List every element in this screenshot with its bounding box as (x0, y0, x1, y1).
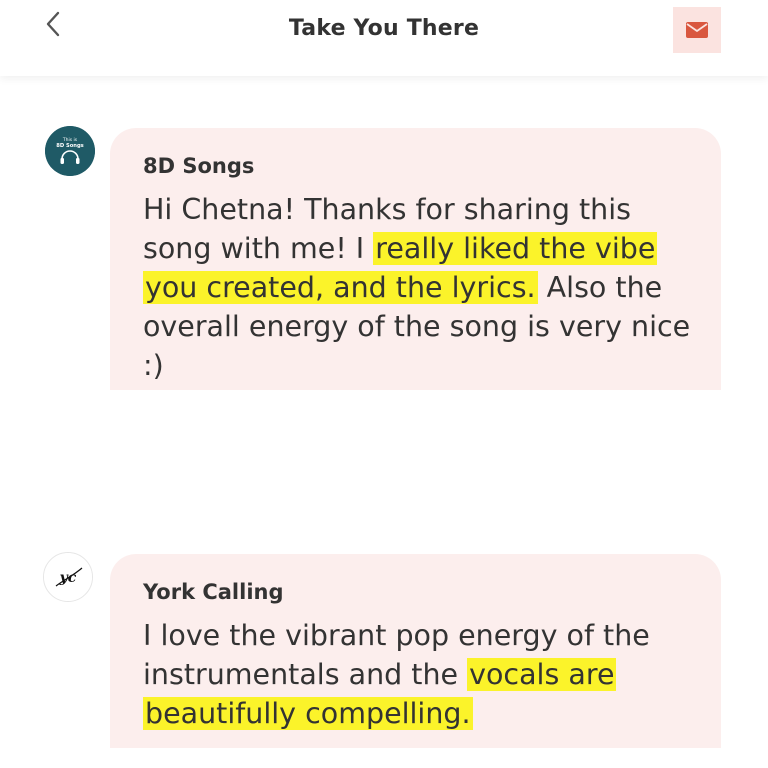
yc-monogram-logo-icon: yc (44, 553, 92, 601)
message-bubble: York Calling I love the vibrant pop ener… (110, 554, 721, 748)
avatar-york-calling[interactable]: yc (43, 552, 93, 602)
page-title: Take You There (288, 16, 480, 41)
message-bubble: 8D Songs Hi Chetna! Thanks for sharing t… (110, 128, 721, 390)
sender-name: 8D Songs (143, 154, 255, 178)
svg-text:8D Songs: 8D Songs (56, 143, 84, 149)
message-text: I love the vibrant pop energy of the ins… (143, 616, 703, 733)
sender-name: York Calling (143, 580, 284, 604)
mail-button[interactable] (673, 7, 721, 53)
headphones-logo-icon: This is 8D Songs (45, 126, 95, 176)
envelope-icon (686, 22, 708, 38)
app-header: Take You There (0, 0, 768, 76)
avatar-8d-songs[interactable]: This is 8D Songs (45, 126, 95, 176)
message-text: Hi Chetna! Thanks for sharing this song … (143, 190, 703, 385)
